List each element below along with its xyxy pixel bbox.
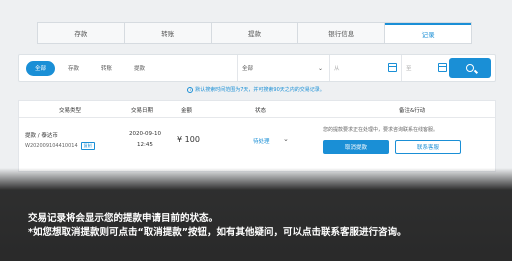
status-select-value: 全部	[242, 66, 254, 72]
row-id-wrap: W202009104410014 复制	[25, 142, 95, 150]
date-to-input[interactable]: 至	[401, 55, 451, 81]
caption-line-1: 交易记录将会显示您的提款申请目前的状态。	[28, 213, 219, 224]
header-date: 交易日期	[131, 108, 154, 114]
date-from-placeholder: 从	[334, 66, 340, 72]
tab-bank-info[interactable]: 银行信息	[298, 23, 386, 43]
calendar-icon[interactable]	[388, 63, 397, 72]
table-row: 提款 / 泰达币 W202009104410014 复制 2020-09-10 1…	[19, 118, 495, 172]
notice-text: 默认搜索时间范围为7天，并可搜索90天之内的交易记录。	[195, 87, 325, 93]
filter-transfer[interactable]: 转账	[92, 61, 121, 76]
chevron-down-icon[interactable]: ⌄	[283, 135, 289, 143]
tab-transfer[interactable]: 转账	[125, 23, 212, 43]
contact-support-button[interactable]: 联系客服	[395, 140, 461, 154]
search-notice: i 默认搜索时间范围为7天，并可搜索90天之内的交易记录。	[0, 86, 512, 93]
tab-records[interactable]: 记录	[385, 23, 471, 43]
row-amount: 100	[184, 135, 200, 144]
currency-symbol: ¥	[177, 135, 183, 144]
chevron-down-icon: ⌄	[317, 65, 323, 72]
status-select[interactable]: 全部 ⌄	[237, 55, 329, 81]
calendar-icon[interactable]	[438, 63, 447, 72]
header-status: 状态	[255, 108, 267, 114]
filter-all[interactable]: 全部	[26, 60, 56, 76]
row-type: 提款 / 泰达币	[25, 133, 58, 139]
caption-line-2: *如您想取消提款则可点击“取消提款”按钮，如有其他疑问，可以点击联系客服进行咨询…	[28, 227, 407, 238]
tab-bar: 存款 转账 提款 银行信息 记录	[37, 22, 472, 44]
records-table: 交易类型 交易日期 金额 状态 备注&行动 提款 / 泰达币 W20200910…	[18, 100, 496, 172]
tab-deposit[interactable]: 存款	[38, 23, 125, 43]
caption: 交易记录将会显示您的提款申请目前的状态。 *如您想取消提款则可点击“取消提款”按…	[28, 212, 406, 240]
header-remark: 备注&行动	[399, 108, 426, 114]
date-to-placeholder: 至	[406, 66, 412, 72]
search-button[interactable]	[449, 58, 491, 78]
filter-withdraw[interactable]: 提款	[125, 61, 154, 76]
header-type: 交易类型	[59, 108, 82, 114]
row-status: 待处理	[253, 139, 270, 145]
row-id: W202009104410014	[25, 143, 78, 149]
info-icon: i	[187, 86, 194, 93]
row-time: 12:45	[137, 142, 153, 148]
search-icon	[466, 64, 474, 72]
row-amount-wrap: ¥ 100	[177, 135, 200, 144]
row-date: 2020-09-10	[129, 131, 161, 137]
filter-bar: 全部 存款 转账 提款 全部 ⌄ 从 至	[18, 54, 496, 82]
table-header: 交易类型 交易日期 金额 状态 备注&行动	[19, 101, 495, 118]
copy-button[interactable]: 复制	[80, 142, 95, 150]
header-amount: 金额	[181, 108, 193, 114]
row-remark: 您的提款要求正在处理中，要求咨询联系在线客服。	[323, 127, 439, 133]
cancel-withdraw-button[interactable]: 取消提款	[323, 140, 389, 154]
date-from-input[interactable]: 从	[329, 55, 401, 81]
tab-withdraw[interactable]: 提款	[212, 23, 299, 43]
filter-deposit[interactable]: 存款	[59, 61, 88, 76]
